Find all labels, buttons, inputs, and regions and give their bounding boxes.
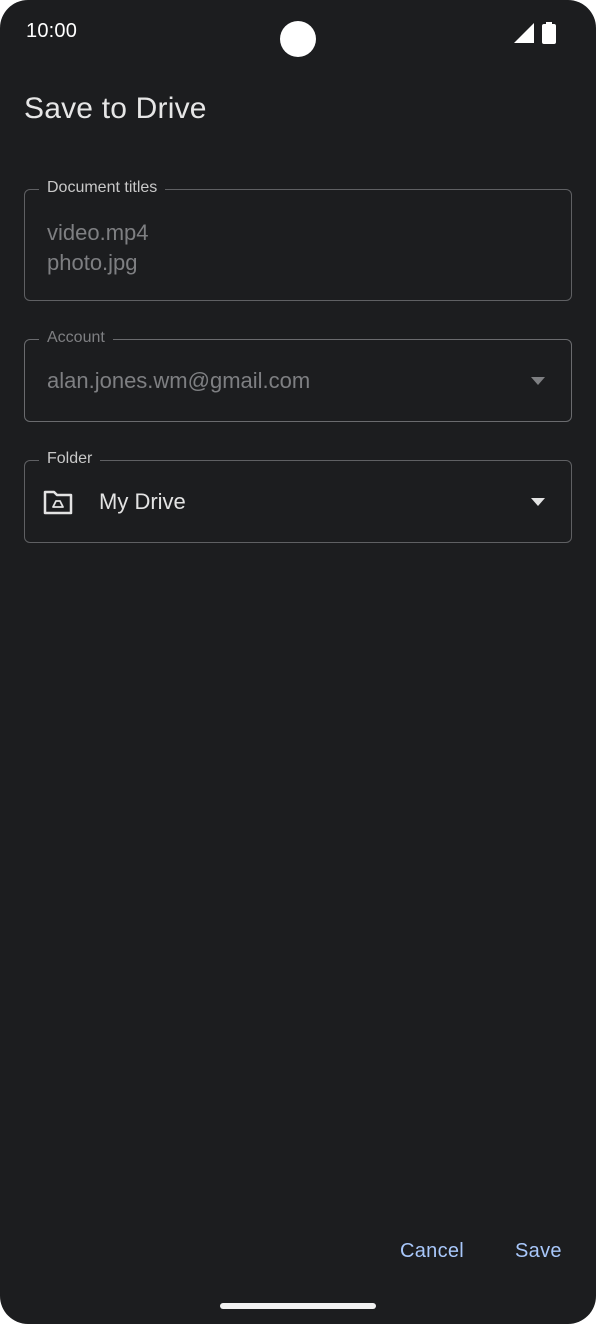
document-titles-label: Document titles <box>39 178 166 198</box>
document-titles-field: Document titles video.mp4 photo.jpg <box>24 178 572 301</box>
battery-icon <box>542 22 556 44</box>
home-indicator[interactable] <box>220 1303 376 1309</box>
folder-dropdown[interactable]: Folder My Drive <box>24 449 572 543</box>
document-title-item: video.mp4 <box>47 220 149 245</box>
drive-folder-icon <box>43 490 73 515</box>
dropdown-arrow-icon <box>531 498 545 506</box>
signal-icon <box>514 23 534 43</box>
document-titles-list: video.mp4 photo.jpg <box>47 218 149 278</box>
account-value: alan.jones.wm@gmail.com <box>47 368 311 393</box>
save-button[interactable]: Save <box>509 1236 568 1267</box>
account-label: Account <box>39 328 113 348</box>
status-time: 10:00 <box>26 20 78 42</box>
camera-cutout <box>280 21 316 57</box>
status-bar: 10:00 <box>0 0 596 66</box>
dropdown-arrow-icon <box>531 377 545 385</box>
cancel-button[interactable]: Cancel <box>394 1236 470 1267</box>
screen: 10:00 Save to Drive Document titles vide… <box>0 0 596 1324</box>
folder-label: Folder <box>39 449 101 469</box>
page-title: Save to Drive <box>24 92 207 125</box>
account-dropdown[interactable]: Account alan.jones.wm@gmail.com <box>24 328 572 422</box>
document-title-item: photo.jpg <box>47 250 138 275</box>
folder-value: My Drive <box>99 489 186 514</box>
